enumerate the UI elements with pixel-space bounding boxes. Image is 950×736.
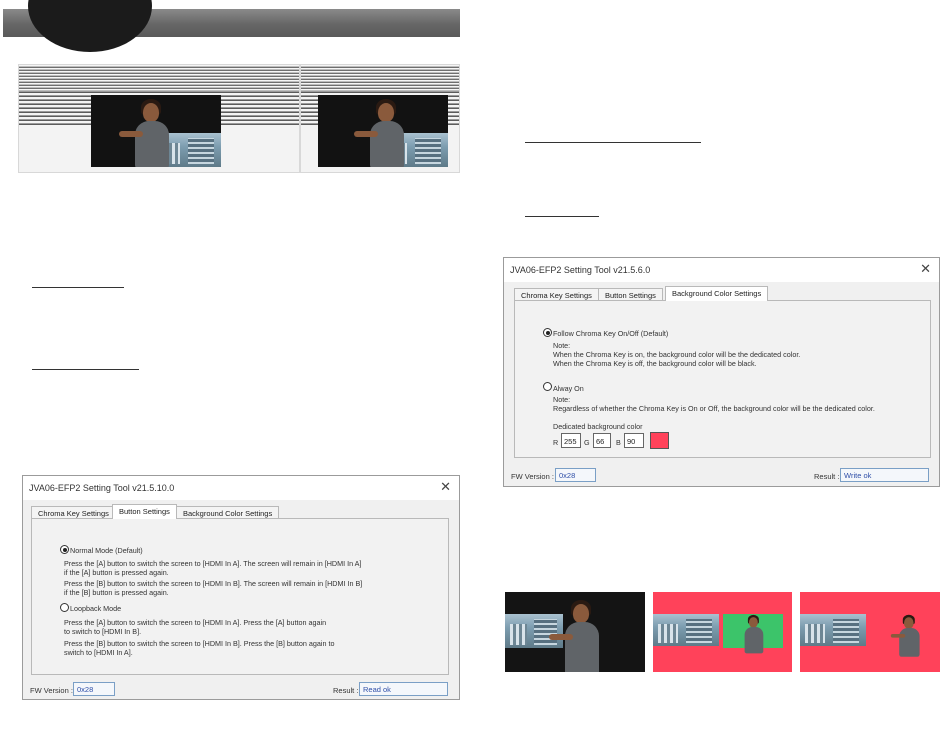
normal-mode-desc-2: if the [A] button is pressed again. (64, 568, 169, 577)
tab-background-color-settings[interactable]: Background Color Settings (665, 286, 769, 301)
fw-version-field: 0x28 (555, 468, 596, 482)
result-label: Result : (333, 686, 359, 695)
loopback-mode-desc-4: switch to [HDMI In A]. (64, 648, 133, 657)
scene-image-left (91, 95, 221, 167)
tab-chroma-key-settings[interactable]: Chroma Key Settings (514, 288, 599, 300)
settings-panel: Follow Chroma Key On/Off (Default) Note:… (514, 300, 931, 458)
tab-button-settings[interactable]: Button Settings (112, 504, 177, 519)
heading-underline-4 (525, 216, 599, 217)
loopback-mode-desc-3: Press the [B] button to switch the scree… (64, 639, 335, 648)
result-label: Result : (814, 472, 840, 481)
dialog-titlebar: JVA06-EFP2 Setting Tool v21.5.10.0 ✕ (23, 476, 459, 500)
preview-thumbnail-black (505, 592, 645, 672)
dialog-title: JVA06-EFP2 Setting Tool v21.5.10.0 (29, 483, 175, 493)
b-value-input[interactable]: 90 (624, 433, 644, 448)
loopback-mode-label: Loopback Mode (70, 604, 122, 613)
preview-thumbnail-red (800, 592, 940, 672)
scene-image-right (318, 95, 448, 167)
normal-mode-desc-1: Press the [A] button to switch the scree… (64, 559, 362, 568)
comparison-panel-right (300, 64, 460, 173)
button-settings-dialog: JVA06-EFP2 Setting Tool v21.5.10.0 ✕ Chr… (22, 475, 460, 700)
always-on-radio[interactable] (543, 382, 552, 391)
loopback-mode-desc-2: to switch to [HDMI In B]. (64, 627, 142, 636)
dedicated-color-label: Dedicated background color (553, 422, 643, 431)
dialog-titlebar: JVA06-EFP2 Setting Tool v21.5.6.0 ✕ (504, 258, 939, 282)
color-swatch[interactable] (650, 432, 669, 449)
result-field: Write ok (840, 468, 929, 482)
comparison-panel-left (18, 64, 300, 173)
always-note-label: Note: (553, 395, 571, 404)
dialog-title: JVA06-EFP2 Setting Tool v21.5.6.0 (510, 265, 651, 275)
normal-mode-desc-3: Press the [B] button to switch the scree… (64, 579, 363, 588)
close-icon[interactable]: ✕ (440, 480, 451, 494)
heading-underline-1 (32, 287, 124, 288)
normal-mode-desc-4: if the [B] button is pressed again. (64, 588, 169, 597)
tab-background-color-settings[interactable]: Background Color Settings (176, 506, 280, 518)
normal-mode-radio[interactable] (60, 545, 69, 554)
fw-version-label: FW Version : (30, 686, 73, 695)
tab-button-settings[interactable]: Button Settings (598, 288, 663, 300)
normal-mode-label: Normal Mode (Default) (70, 546, 143, 555)
settings-panel: Normal Mode (Default) Press the [A] butt… (31, 518, 449, 675)
loopback-mode-radio[interactable] (60, 603, 69, 612)
always-note-line-1: Regardless of whether the Chroma Key is … (553, 404, 875, 413)
close-icon[interactable]: ✕ (920, 262, 931, 276)
tab-chroma-key-settings[interactable]: Chroma Key Settings (31, 506, 116, 518)
r-label: R (553, 438, 559, 447)
follow-note-label: Note: (553, 341, 571, 350)
fw-version-field: 0x28 (73, 682, 115, 696)
fw-version-label: FW Version : (511, 472, 554, 481)
follow-chroma-key-radio[interactable] (543, 328, 552, 337)
g-value-input[interactable]: 66 (593, 433, 611, 448)
preview-thumbnail-red-green (653, 592, 792, 672)
b-label: B (616, 438, 621, 447)
always-on-label: Alway On (553, 384, 584, 393)
background-color-dialog: JVA06-EFP2 Setting Tool v21.5.6.0 ✕ Chro… (503, 257, 940, 487)
header-circle (28, 0, 152, 52)
g-label: G (584, 438, 590, 447)
heading-underline-3 (525, 142, 701, 143)
follow-note-line-2: When the Chroma Key is off, the backgrou… (553, 359, 757, 368)
heading-underline-2 (32, 369, 139, 370)
result-field: Read ok (359, 682, 448, 696)
r-value-input[interactable]: 255 (561, 433, 581, 448)
follow-note-line-1: When the Chroma Key is on, the backgroun… (553, 350, 801, 359)
loopback-mode-desc-1: Press the [A] button to switch the scree… (64, 618, 327, 627)
follow-chroma-key-label: Follow Chroma Key On/Off (Default) (553, 329, 669, 338)
